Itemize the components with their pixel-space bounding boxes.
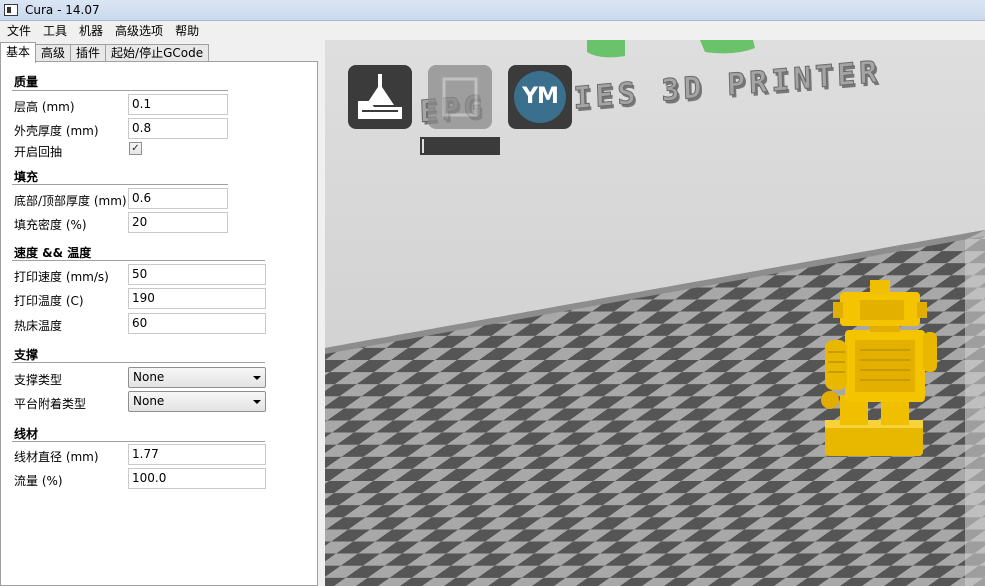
menu-tools[interactable]: 工具 [37, 22, 73, 39]
bottom-top-thickness-input[interactable]: 0.6 [128, 188, 228, 209]
fill-density-input[interactable]: 20 [128, 212, 228, 233]
print-speed-label: 打印速度 (mm/s) [14, 270, 109, 284]
flow-label: 流量 (%) [14, 474, 63, 488]
shell-thickness-input[interactable]: 0.8 [128, 118, 228, 139]
ym-logo-icon: YM [514, 71, 566, 123]
window-title: Cura - 14.07 [25, 3, 100, 17]
filament-diameter-label: 线材直径 (mm) [14, 450, 99, 464]
tab-advanced[interactable]: 高级 [35, 44, 72, 62]
section-quality-title: 质量 [14, 75, 39, 89]
layer-height-input[interactable]: 0.1 [128, 94, 228, 115]
platform-adhesion-label: 平台附着类型 [14, 397, 87, 411]
shell-thickness-label: 外壳厚度 (mm) [14, 124, 99, 138]
load-model-button[interactable] [348, 65, 412, 129]
panel-splitter[interactable] [318, 40, 325, 586]
chevron-down-icon [253, 376, 261, 380]
title-bar: Cura - 14.07 [0, 0, 985, 21]
basic-tab-page: 质量 层高 (mm) 0.1 外壳厚度 (mm) 0.8 开启回抽 ✓ 填充 底… [0, 61, 318, 586]
layer-height-label: 层高 (mm) [14, 100, 75, 114]
save-icon [442, 77, 478, 117]
chevron-down-icon [253, 400, 261, 404]
scene-canvas[interactable]: EPG SERIES 3D PRINTER EPG SERIES 3D PRIN… [325, 40, 985, 586]
section-fill-title: 填充 [14, 170, 39, 184]
menu-expert[interactable]: 高级选项 [109, 22, 169, 39]
menu-bar: 文件 工具 机器 高级选项 帮助 [0, 21, 985, 40]
platform-adhesion-select[interactable]: None [128, 391, 266, 412]
section-divider [12, 260, 265, 261]
tab-start-end-gcode[interactable]: 起始/停止GCode [105, 44, 210, 62]
support-type-select[interactable]: None [128, 367, 266, 388]
section-support-title: 支撑 [14, 348, 39, 362]
section-divider [12, 441, 265, 442]
menu-file[interactable]: 文件 [0, 22, 37, 39]
bed-temperature-input[interactable]: 60 [128, 313, 266, 334]
bottom-top-thickness-label: 底部/顶部厚度 (mm) [14, 194, 127, 208]
side-wall [965, 230, 985, 586]
filament-diameter-input[interactable]: 1.77 [128, 444, 266, 465]
print-speed-input[interactable]: 50 [128, 264, 266, 285]
slice-progress-bar [420, 137, 500, 155]
retraction-checkbox[interactable]: ✓ [129, 142, 142, 155]
save-toolpath-button[interactable] [428, 65, 492, 129]
section-divider [12, 184, 228, 185]
progress-cursor [422, 139, 424, 153]
settings-tabs: 基本 高级 插件 起始/停止GCode [0, 42, 210, 63]
menu-machine[interactable]: 机器 [73, 22, 109, 39]
section-divider [12, 90, 228, 91]
section-filament-title: 线材 [14, 427, 39, 441]
support-type-value: None [133, 370, 165, 384]
bed-temperature-label: 热床温度 [14, 319, 63, 333]
print-temperature-input[interactable]: 190 [128, 288, 266, 309]
tab-basic[interactable]: 基本 [0, 42, 37, 63]
menu-help[interactable]: 帮助 [169, 22, 205, 39]
flow-input[interactable]: 100.0 [128, 468, 266, 489]
settings-panel: 基本 高级 插件 起始/停止GCode 质量 层高 (mm) 0.1 外壳厚度 … [0, 40, 324, 586]
fill-density-label: 填充密度 (%) [14, 218, 87, 232]
section-divider [12, 362, 265, 363]
section-speed-title: 速度 && 温度 [14, 246, 92, 260]
3d-viewport[interactable]: EPG SERIES 3D PRINTER EPG SERIES 3D PRIN… [325, 40, 985, 586]
platform-adhesion-value: None [133, 394, 165, 408]
print-temperature-label: 打印温度 (C) [14, 294, 84, 308]
retraction-label: 开启回抽 [14, 145, 63, 159]
tab-plugins[interactable]: 插件 [70, 44, 107, 62]
ym-upload-button[interactable]: YM [508, 65, 572, 129]
load-folder-icon [358, 74, 402, 119]
robot-model[interactable] [821, 280, 937, 456]
app-icon [4, 4, 18, 16]
support-type-label: 支撑类型 [14, 373, 63, 387]
